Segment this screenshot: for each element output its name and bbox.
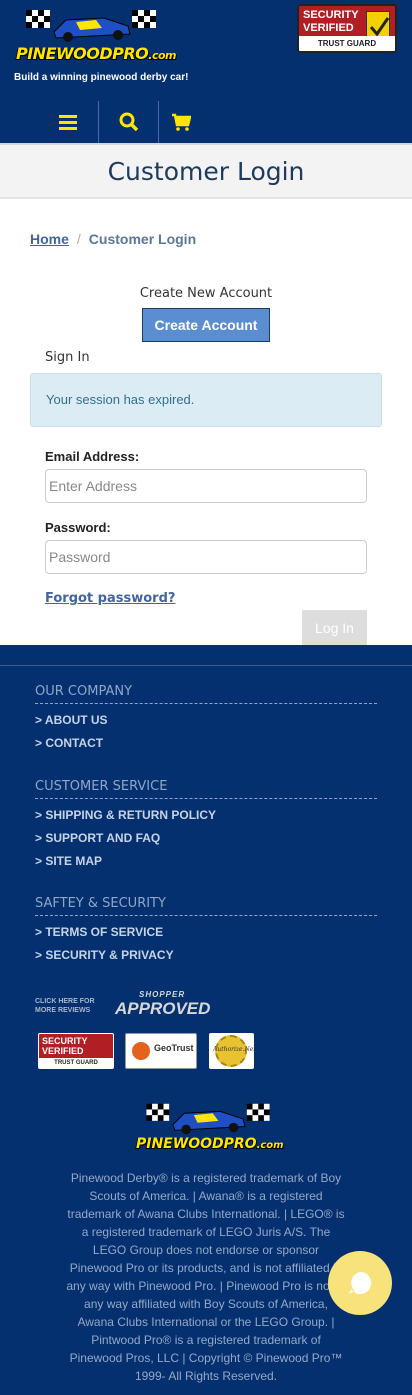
create-account-label: Create New Account [139, 286, 273, 301]
footer-logo[interactable]: PINEWOODPRO.com [136, 1100, 284, 1160]
footer-section-company: OUR COMPANY > ABOUT US > CONTACT [35, 684, 377, 750]
footer-link-support[interactable]: > SUPPORT AND FAQ [35, 831, 377, 845]
footer-logo-suffix: .com [256, 1140, 284, 1151]
menu-icon [58, 115, 77, 130]
footer-divider [0, 665, 412, 666]
footer-link-shipping[interactable]: > SHIPPING & RETURN POLICY [35, 808, 377, 822]
footer-link-contact[interactable]: > CONTACT [35, 736, 377, 750]
alert-text: Your session has expired. [46, 392, 195, 407]
search-icon [119, 112, 138, 132]
badge-line-1: SECURITY [303, 9, 359, 21]
password-field[interactable] [45, 540, 367, 574]
sign-in-label: Sign In [45, 350, 90, 365]
seal-line-2: VERIFIED [42, 1046, 84, 1056]
shopper-top-text: SHOPPER [139, 990, 186, 999]
race-car-logo-icon [146, 1103, 270, 1135]
footer-logo-text: PINEWOODPRO.com [136, 1136, 284, 1152]
geotrust-seal[interactable]: GeoTrust [125, 1033, 197, 1069]
footer-link-sitemap[interactable]: > SITE MAP [35, 854, 377, 868]
badge-line-3: TRUST GUARD [299, 36, 395, 51]
shopper-approved-badge[interactable]: CLICK HERE FOR MORE REVIEWS SHOPPER APPRO… [35, 989, 225, 1021]
seal-line-3: TRUST GUARD [39, 1058, 113, 1068]
race-car-logo-icon [26, 10, 156, 42]
footer-link-privacy[interactable]: > SECURITY & PRIVACY [35, 948, 377, 962]
footer-logo-wordmark: PINEWOODPRO [136, 1136, 257, 1152]
breadcrumb: Home / Customer Login [30, 231, 196, 247]
trust-guard-seal[interactable]: SECURITY VERIFIED TRUST GUARD [38, 1033, 114, 1069]
shopper-click-text: CLICK HERE FOR MORE REVIEWS [35, 998, 95, 1014]
email-label: Email Address: [45, 449, 140, 464]
mobile-nav [45, 101, 202, 143]
geotrust-logo-icon [132, 1042, 150, 1060]
footer-heading: CUSTOMER SERVICE [35, 779, 377, 799]
site-logo[interactable]: PINEWOODPRO.com [16, 6, 176, 63]
password-label: Password: [45, 520, 111, 535]
seal-line-1: SECURITY [42, 1036, 88, 1046]
breadcrumb-current: Customer Login [88, 231, 197, 247]
site-header: PINEWOODPRO.com Build a winning pinewood… [0, 0, 412, 143]
footer-section-security: SAFTEY & SECURITY > TERMS OF SERVICE > S… [35, 896, 377, 962]
page-title: Customer Login [107, 157, 305, 186]
shopper-approved-text: SHOPPER APPROVED [115, 990, 210, 1019]
footer-heading: OUR COMPANY [35, 684, 377, 704]
breadcrumb-home-link[interactable]: Home [30, 231, 69, 247]
tagline: Build a winning pinewood derby car! [14, 72, 189, 83]
footer-heading: SAFTEY & SECURITY [35, 896, 377, 916]
page-title-bar: Customer Login [0, 143, 412, 199]
shopper-main-text: APPROVED [115, 999, 211, 1018]
cart-icon [171, 113, 191, 131]
footer-section-service: CUSTOMER SERVICE > SHIPPING & RETURN POL… [35, 779, 377, 868]
email-field[interactable] [45, 469, 367, 503]
footer-link-terms[interactable]: > TERMS OF SERVICE [35, 925, 377, 939]
badge-line-2: VERIFIED [303, 22, 354, 34]
login-content: Home / Customer Login Create New Account C… [0, 199, 412, 645]
search-button[interactable] [98, 101, 158, 143]
authorize-net-seal[interactable]: Authorize.Net [209, 1033, 256, 1069]
log-in-button[interactable]: Log In [302, 610, 367, 645]
menu-button[interactable] [45, 101, 90, 143]
breadcrumb-separator: / [76, 231, 81, 247]
logo-text: PINEWOODPRO.com [16, 44, 176, 63]
trademark-disclaimer: Pinewood Derby® is a registered trademar… [66, 1171, 346, 1383]
trust-guard-badge[interactable]: SECURITY VERIFIED TRUST GUARD [297, 4, 397, 53]
logo-suffix: .com [148, 49, 176, 62]
forgot-password-link[interactable]: Forgot password? [45, 591, 175, 606]
session-expired-alert: Your session has expired. [30, 373, 382, 427]
geotrust-text: GeoTrust [154, 1043, 194, 1053]
authorize-text: Authorize.Net [213, 1046, 256, 1053]
chat-bubble-icon [349, 1271, 372, 1294]
create-account-button[interactable]: Create Account [142, 308, 270, 342]
chat-widget-button[interactable] [328, 1251, 392, 1315]
logo-wordmark: PINEWOODPRO [16, 44, 149, 63]
footer-link-about[interactable]: > ABOUT US [35, 713, 377, 727]
cart-button[interactable] [158, 101, 202, 143]
